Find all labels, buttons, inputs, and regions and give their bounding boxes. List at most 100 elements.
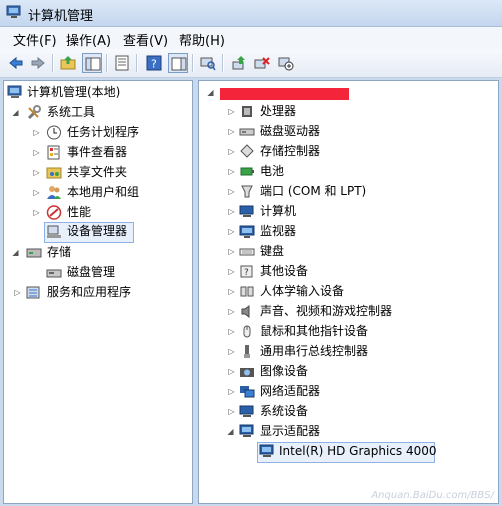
export-list-button[interactable] — [112, 53, 132, 73]
tree-item-device-manager[interactable]: 设备管理器 — [44, 222, 134, 243]
tree-item-disk-management[interactable]: 磁盘管理 — [4, 263, 192, 282]
device-category-label: 电池 — [260, 164, 285, 178]
network-icon — [240, 386, 255, 398]
expand-arrow-icon[interactable]: ▷ — [227, 102, 236, 121]
device-category-imaging[interactable]: ▷ 图像设备 — [199, 362, 498, 381]
tree-item-task-scheduler[interactable]: ▷ 任务计划程序 — [4, 123, 192, 142]
console-tree-pane[interactable]: 计算机管理(本地) ◢ 系统工具 ▷ 任务计划程序 ▷ 事件查看器 ▷ 共享文件… — [3, 80, 193, 504]
device-item-intel-hd-graphics[interactable]: Intel(R) HD Graphics 4000 — [257, 442, 437, 463]
device-category-mouse[interactable]: ▷ 鼠标和其他指针设备 — [199, 322, 498, 341]
menu-action[interactable]: 操作(A) — [63, 30, 114, 49]
tree-item-system-tools[interactable]: ◢ 系统工具 — [4, 103, 192, 122]
tree-item-event-viewer[interactable]: ▷ 事件查看器 — [4, 143, 192, 162]
device-category-hid[interactable]: ▷ 人体学输入设备 — [199, 282, 498, 301]
device-category-cpu[interactable]: ▷ 处理器 — [199, 102, 498, 121]
tree-label-task-scheduler: 任务计划程序 — [67, 125, 140, 139]
tree-label-disk-management: 磁盘管理 — [67, 265, 116, 279]
collapse-arrow-icon[interactable]: ◢ — [11, 103, 20, 122]
expand-arrow-icon[interactable]: ▷ — [227, 202, 236, 221]
back-button[interactable] — [6, 53, 26, 73]
device-category-other-devices[interactable]: ▷? 其他设备 — [199, 262, 498, 281]
expand-arrow-icon[interactable]: ▷ — [32, 163, 41, 182]
toolbar: ? — [0, 49, 502, 78]
tree-label-services: 服务和应用程序 — [47, 285, 132, 299]
shared-folder-icon — [46, 167, 62, 179]
tree-item-local-users[interactable]: ▷ 本地用户和组 — [4, 183, 192, 202]
expand-arrow-icon[interactable]: ▷ — [227, 382, 236, 401]
device-category-battery[interactable]: ▷ 电池 — [199, 162, 498, 181]
disable-device-button[interactable] — [276, 53, 296, 73]
device-category-keyboard[interactable]: ▷ 键盘 — [199, 242, 498, 261]
tree-item-performance[interactable]: ▷ 性能 — [4, 203, 192, 222]
expand-arrow-icon[interactable]: ▷ — [227, 322, 236, 341]
cpu-icon — [242, 106, 252, 117]
expand-arrow-icon[interactable]: ▷ — [32, 203, 41, 222]
device-category-network[interactable]: ▷ 网络适配器 — [199, 382, 498, 401]
expand-arrow-icon[interactable]: ▷ — [227, 342, 236, 361]
device-category-label: 计算机 — [260, 204, 297, 218]
tree-item-storage[interactable]: ◢ 存储 — [4, 243, 192, 262]
scan-hardware-button[interactable] — [198, 53, 218, 73]
device-manager-icon — [47, 225, 61, 238]
expand-arrow-icon[interactable]: ▷ — [32, 143, 41, 162]
device-category-port[interactable]: ▷ 端口 (COM 和 LPT) — [199, 182, 498, 201]
expand-arrow-icon[interactable]: ▷ — [227, 282, 236, 301]
tree-label-performance: 性能 — [67, 205, 92, 219]
device-category-label: 人体学输入设备 — [260, 284, 345, 298]
device-category-display-adapter[interactable]: ◢ 显示适配器 — [199, 422, 498, 441]
device-category-monitor[interactable]: ▷ 监视器 — [199, 222, 498, 241]
device-category-usb[interactable]: ▷ 通用串行总线控制器 — [199, 342, 498, 361]
help-button[interactable]: ? — [144, 53, 164, 73]
action-pane-button[interactable] — [168, 53, 188, 73]
collapse-arrow-icon[interactable]: ◢ — [226, 422, 235, 441]
device-category-label: 存储控制器 — [260, 144, 321, 158]
battery-icon — [240, 167, 254, 176]
show-hide-tree-button[interactable] — [82, 53, 102, 73]
device-category-label: 通用串行总线控制器 — [260, 344, 369, 358]
expand-arrow-icon[interactable]: ▷ — [227, 362, 236, 381]
update-driver-button[interactable] — [229, 53, 249, 73]
expand-arrow-icon[interactable]: ▷ — [32, 183, 41, 202]
menu-help[interactable]: 帮助(H) — [176, 30, 228, 49]
device-tree-root[interactable]: ◢ — [199, 83, 498, 102]
expand-arrow-icon[interactable]: ▷ — [13, 283, 22, 302]
services-icon — [26, 286, 40, 299]
expand-arrow-icon[interactable]: ▷ — [227, 262, 236, 281]
up-folder-icon — [60, 56, 76, 70]
tree-label-system-tools: 系统工具 — [47, 105, 96, 119]
device-category-sound[interactable]: ▷ 声音、视频和游戏控制器 — [199, 302, 498, 321]
tools-icon — [27, 105, 41, 120]
menu-view[interactable]: 查看(V) — [120, 30, 171, 49]
tree-label-shared-folders: 共享文件夹 — [67, 165, 128, 179]
expand-arrow-icon[interactable]: ▷ — [227, 182, 236, 201]
device-category-label: 网络适配器 — [260, 384, 321, 398]
expand-arrow-icon[interactable]: ▷ — [227, 302, 236, 321]
usb-icon — [244, 345, 250, 358]
uninstall-button[interactable] — [252, 53, 272, 73]
expand-arrow-icon[interactable]: ▷ — [227, 402, 236, 421]
expand-arrow-icon[interactable]: ▷ — [32, 123, 41, 142]
forward-button[interactable] — [28, 53, 48, 73]
up-folder-button[interactable] — [58, 53, 78, 73]
tree-item-shared-folders[interactable]: ▷ 共享文件夹 — [4, 163, 192, 182]
tree-item-services[interactable]: ▷ 服务和应用程序 — [4, 283, 192, 302]
expand-arrow-icon[interactable]: ▷ — [227, 122, 236, 141]
device-category-computer[interactable]: ▷ 计算机 — [199, 202, 498, 221]
computer-icon — [239, 205, 254, 217]
collapse-arrow-icon[interactable]: ◢ — [206, 83, 215, 102]
tree-item-root[interactable]: 计算机管理(本地) — [4, 83, 192, 102]
tree-label-local-users: 本地用户和组 — [67, 185, 140, 199]
collapse-arrow-icon[interactable]: ◢ — [11, 243, 20, 262]
expand-arrow-icon[interactable]: ▷ — [227, 162, 236, 181]
device-category-disk-drive[interactable]: ▷ 磁盘驱动器 — [199, 122, 498, 141]
expand-arrow-icon[interactable]: ▷ — [227, 142, 236, 161]
menu-file[interactable]: 文件(F) — [10, 30, 60, 49]
device-category-system-devices[interactable]: ▷ 系统设备 — [199, 402, 498, 421]
device-tree-pane[interactable]: ◢ ▷ 处理器 ▷ 磁盘驱动器 ▷ 存储控制器 ▷ 电池 ▷ 端口 (COM 和 LPT) ▷ 计算机… — [198, 80, 499, 504]
device-category-storage-controller[interactable]: ▷ 存储控制器 — [199, 142, 498, 161]
device-category-label: 端口 (COM 和 LPT) — [260, 184, 367, 198]
other-devices-icon: ? — [240, 265, 253, 278]
expand-arrow-icon[interactable]: ▷ — [227, 222, 236, 241]
expand-arrow-icon[interactable]: ▷ — [227, 242, 236, 261]
action-pane-icon — [171, 57, 187, 71]
